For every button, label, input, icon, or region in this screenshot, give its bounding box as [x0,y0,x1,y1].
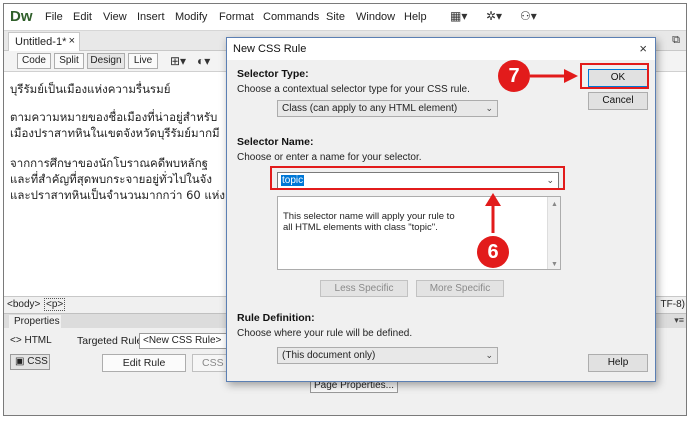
step-7-callout: 7 [498,60,530,92]
annotation-arrows [485,69,578,233]
arrow-right-head [564,69,578,83]
arrow-up-head [485,193,501,206]
step-6-callout: 6 [477,236,509,268]
